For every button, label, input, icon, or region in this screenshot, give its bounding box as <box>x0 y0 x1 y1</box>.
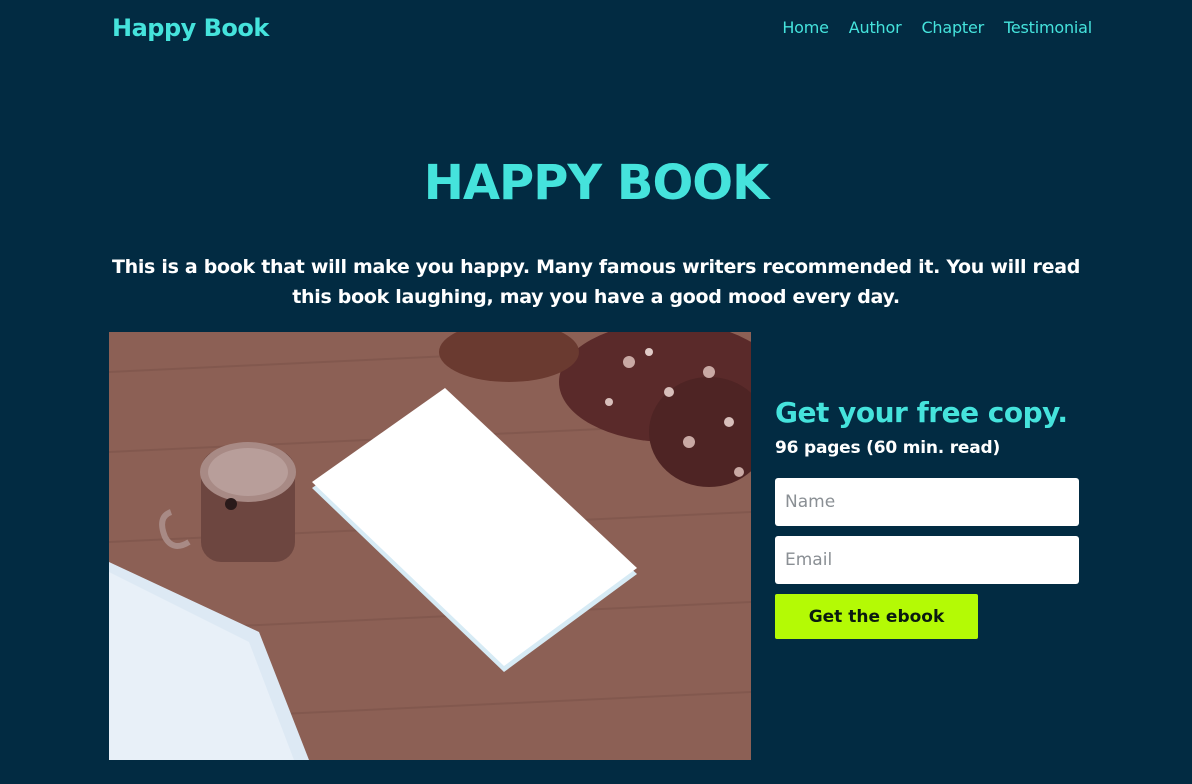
pages-info: 96 pages (60 min. read) <box>775 438 1001 458</box>
name-input[interactable] <box>775 478 1079 526</box>
hero-title: HAPPY BOOK <box>423 155 770 211</box>
get-ebook-button[interactable]: Get the ebook <box>775 594 978 639</box>
book-photo <box>109 332 751 760</box>
signup-form: Get your free copy. 96 pages (60 min. re… <box>775 394 1079 639</box>
nav-links: Home Author Chapter Testimonial <box>782 18 1092 37</box>
nav-chapter-link[interactable]: Chapter <box>921 18 984 37</box>
navbar: Happy Book Home Author Chapter Testimoni… <box>112 0 1092 60</box>
nav-author-link[interactable]: Author <box>849 18 902 37</box>
nav-testimonial-link[interactable]: Testimonial <box>1004 18 1092 37</box>
hero-description: This is a book that will make you happy.… <box>111 256 1081 308</box>
nav-home-link[interactable]: Home <box>782 18 829 37</box>
email-input[interactable] <box>775 536 1079 584</box>
brand-logo[interactable]: Happy Book <box>112 14 269 42</box>
signup-heading: Get your free copy. <box>775 396 1068 429</box>
